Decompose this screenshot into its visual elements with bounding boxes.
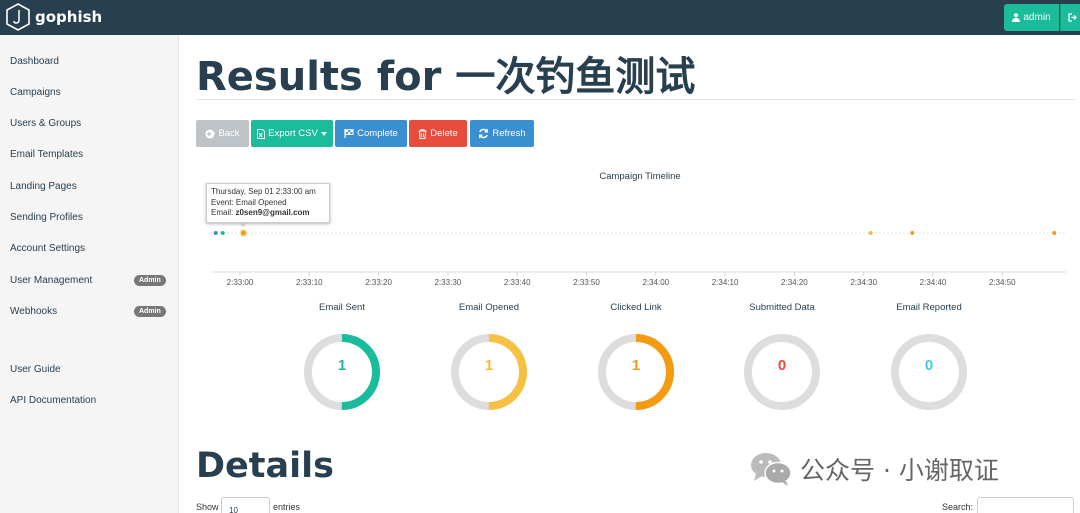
timeline-tick-label: 2:34:50 [989,278,1016,287]
sidebar-item-label: Users & Groups [10,118,82,129]
logo[interactable]: gophish [6,3,102,31]
logout-button[interactable] [1060,4,1080,31]
back-label: Back [218,128,240,139]
timeline-tick-label: 2:33:30 [435,278,462,287]
export-label: Export CSV [268,128,318,139]
file-excel-icon [257,128,266,139]
tooltip-date: Thursday, Sep 01 2:33:00 am [211,187,316,196]
tooltip-event: Event: Email Opened [211,197,287,207]
timeline-tick-label: 2:34:30 [850,278,877,287]
sidebar-item-label: Campaigns [10,87,61,98]
admin-badge: Admin [134,275,166,286]
sidebar-item-api-documentation[interactable]: API Documentation [10,394,170,408]
timeline-tick-label: 2:33:20 [365,278,392,287]
tooltip-arrow [238,222,248,227]
sidebar-item-label: Dashboard [10,56,59,67]
timeline-tooltip: Thursday, Sep 01 2:33:00 am Event: Email… [206,183,330,223]
sidebar-item-label: Webhooks [10,306,58,317]
sidebar-item-users-groups[interactable]: Users & Groups [10,117,170,131]
top-navbar: gophish admin [0,0,1080,35]
refresh-button[interactable]: Refresh [470,120,534,147]
sidebar-item-label: Landing Pages [10,181,77,192]
admin-label: admin [1023,12,1051,23]
delete-label: Delete [430,128,458,139]
sidebar-item-campaigns[interactable]: Campaigns [10,86,170,100]
stat-label-clicked-link: Clicked Link [610,302,662,313]
sidebar-item-label: Account Settings [10,243,86,254]
sidebar-item-label: User Management [10,275,93,286]
sidebar-item-webhooks[interactable]: Webhooks Admin [10,305,170,319]
timeline-event-point[interactable] [220,231,225,235]
sign-out-icon [1068,13,1077,22]
watermark: 公众号 · 小谢取证 [750,451,999,487]
stat-value-submitted-data: 0 [777,357,787,374]
timeline-tick-label: 2:33:40 [504,278,531,287]
stat-label-email-reported: Email Reported [896,302,962,313]
tooltip-email-prefix: Email: [211,208,234,217]
stat-label-email-opened: Email Opened [458,302,520,313]
timeline-event-point[interactable] [910,231,915,235]
sidebar: Dashboard Campaigns Users & Groups Email… [0,35,179,513]
timeline-tick-label: 2:33:00 [227,278,254,287]
complete-label: Complete [357,128,398,139]
caret-down-icon [320,131,327,136]
search-label: Search: [942,502,974,512]
sidebar-item-email-templates[interactable]: Email Templates [10,148,170,162]
title-divider [196,99,1076,100]
show-label: Show [196,502,219,512]
page-title: Results for 一次钓鱼测试 [196,54,696,100]
user-icon [1012,13,1021,22]
sidebar-item-sending-profiles[interactable]: Sending Profiles [10,211,170,225]
sidebar-item-user-guide[interactable]: User Guide [10,363,170,377]
watermark-text: 公众号 · 小谢取证 [800,456,999,485]
admin-menu-button[interactable]: admin [1004,4,1059,31]
delete-button[interactable]: Delete [409,120,467,147]
gophish-logo-icon [6,3,30,31]
sidebar-item-label: Email Templates [10,149,84,160]
app-name: gophish [35,8,103,26]
entries-select[interactable]: 10 [221,497,270,513]
export-csv-button[interactable]: Export CSV [251,120,333,147]
arrow-circle-left-icon [205,129,215,138]
timeline-tick-label: 2:33:50 [573,278,600,287]
timeline-tick-label: 2:34:00 [642,278,669,287]
sidebar-item-label: Sending Profiles [10,212,83,223]
stat-value-email-opened: 1 [484,357,494,374]
timeline-tick-label: 2:33:10 [296,278,323,287]
sidebar-item-account-settings[interactable]: Account Settings [10,242,170,256]
wechat-icon [751,453,792,486]
admin-badge: Admin [134,306,166,317]
timeline-tick-label: 2:34:40 [920,278,947,287]
sidebar-item-label: User Guide [10,364,61,375]
timeline-event-point[interactable] [213,231,218,235]
entries-label: entries [273,502,301,512]
stat-value-email-reported: 0 [924,357,934,374]
stat-label-submitted-data: Submitted Data [749,302,815,313]
details-heading: Details [196,446,334,486]
timeline-tick-label: 2:34:20 [781,278,808,287]
trash-icon [418,128,427,139]
flag-checkered-icon [344,129,354,138]
tooltip-email: z0sen9@gmail.com [235,208,310,217]
timeline-event-point[interactable] [868,231,873,235]
back-button[interactable]: Back [196,120,249,147]
timeline-event-point[interactable] [240,230,246,236]
sidebar-item-landing-pages[interactable]: Landing Pages [10,180,170,194]
sidebar-item-dashboard[interactable]: Dashboard [10,55,170,69]
refresh-icon [479,128,489,139]
stat-value-clicked-link: 1 [631,357,641,374]
timeline-event-point[interactable] [1052,231,1057,235]
refresh-label: Refresh [492,128,526,139]
timeline-tick-label: 2:34:10 [712,278,739,287]
sidebar-item-user-management[interactable]: User Management Admin [10,274,170,288]
tooltip-email-line: Email: z0sen9@gmail.com [211,208,325,219]
stat-value-email-sent: 1 [337,357,347,374]
stat-label-email-sent: Email Sent [319,302,365,313]
search-input[interactable] [977,497,1074,513]
sidebar-item-label: API Documentation [10,395,97,406]
complete-button[interactable]: Complete [335,120,407,147]
